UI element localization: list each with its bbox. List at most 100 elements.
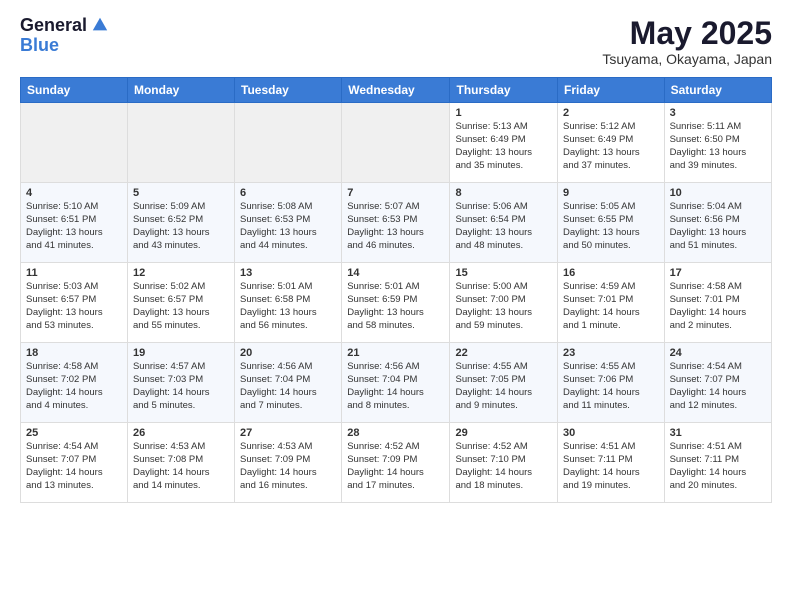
title-block: May 2025 Tsuyama, Okayama, Japan (602, 16, 772, 67)
day-info: Sunrise: 5:12 AMSunset: 6:49 PMDaylight:… (563, 121, 659, 172)
calendar-cell (235, 103, 342, 183)
logo-blue-text: Blue (20, 36, 109, 56)
day-header-sunday: Sunday (21, 78, 128, 103)
day-info: Sunrise: 4:52 AMSunset: 7:10 PMDaylight:… (455, 441, 552, 492)
calendar-cell: 4Sunrise: 5:10 AMSunset: 6:51 PMDaylight… (21, 183, 128, 263)
day-header-saturday: Saturday (664, 78, 771, 103)
logo-icon (91, 16, 109, 34)
day-number: 20 (240, 347, 336, 359)
day-number: 5 (133, 187, 229, 199)
day-number: 22 (455, 347, 552, 359)
calendar-cell: 5Sunrise: 5:09 AMSunset: 6:52 PMDaylight… (127, 183, 234, 263)
day-number: 18 (26, 347, 122, 359)
day-number: 15 (455, 267, 552, 279)
day-number: 13 (240, 267, 336, 279)
calendar-cell: 29 Sunrise: 4:52 AMSunset: 7:10 PMDayligh… (450, 423, 558, 503)
day-number: 28 (347, 427, 444, 439)
month-year: May 2025 (602, 16, 772, 51)
day-number: 24 (670, 347, 766, 359)
calendar-cell: 30 Sunrise: 4:51 AMSunset: 7:11 PMDayligh… (558, 423, 665, 503)
day-number: 27 (240, 427, 336, 439)
day-info: Sunrise: 4:58 AMSunset: 7:02 PMDaylight:… (26, 361, 122, 412)
day-number: 9 (563, 187, 659, 199)
day-info: Sunrise: 4:54 AMSunset: 7:07 PMDaylight:… (26, 441, 122, 492)
day-number: 23 (563, 347, 659, 359)
day-number: 19 (133, 347, 229, 359)
day-info: Sunrise: 5:13 AMSunset: 6:49 PMDaylight:… (455, 121, 552, 172)
day-number: 29 (455, 427, 552, 439)
logo-general-text: General (20, 16, 87, 36)
calendar-cell: 23Sunrise: 4:55 AMSunset: 7:06 PMDayligh… (558, 343, 665, 423)
week-row-5: 25 Sunrise: 4:54 AMSunset: 7:07 PMDayligh… (21, 423, 772, 503)
week-row-2: 4Sunrise: 5:10 AMSunset: 6:51 PMDaylight… (21, 183, 772, 263)
day-number: 25 (26, 427, 122, 439)
day-info: Sunrise: 5:01 AMSunset: 6:58 PMDaylight:… (240, 281, 336, 332)
day-info: Sunrise: 5:10 AMSunset: 6:51 PMDaylight:… (26, 201, 122, 252)
calendar-header: SundayMondayTuesdayWednesdayThursdayFrid… (21, 78, 772, 103)
calendar-cell: 3 Sunrise: 5:11 AMSunset: 6:50 PMDaylight… (664, 103, 771, 183)
day-info: Sunrise: 4:59 AMSunset: 7:01 PMDaylight:… (563, 281, 659, 332)
day-info: Sunrise: 5:03 AMSunset: 6:57 PMDaylight:… (26, 281, 122, 332)
calendar-cell: 21 Sunrise: 4:56 AMSunset: 7:04 PMDayligh… (342, 343, 450, 423)
calendar-cell: 24 Sunrise: 4:54 AMSunset: 7:07 PMDayligh… (664, 343, 771, 423)
day-number: 11 (26, 267, 122, 279)
logo: General Blue (20, 16, 109, 56)
header: General Blue May 2025 Tsuyama, Okayama, … (20, 16, 772, 67)
day-number: 21 (347, 347, 444, 359)
day-info: Sunrise: 5:04 AMSunset: 6:56 PMDaylight:… (670, 201, 766, 252)
day-info: Sunrise: 4:51 AMSunset: 7:11 PMDaylight:… (670, 441, 766, 492)
calendar-cell: 19 Sunrise: 4:57 AMSunset: 7:03 PMDayligh… (127, 343, 234, 423)
day-info: Sunrise: 5:06 AMSunset: 6:54 PMDaylight:… (455, 201, 552, 252)
week-row-1: 1 Sunrise: 5:13 AMSunset: 6:49 PMDaylight… (21, 103, 772, 183)
day-number: 26 (133, 427, 229, 439)
day-info: Sunrise: 4:58 AMSunset: 7:01 PMDaylight:… (670, 281, 766, 332)
day-info: Sunrise: 5:07 AMSunset: 6:53 PMDaylight:… (347, 201, 444, 252)
day-info: Sunrise: 4:56 AMSunset: 7:04 PMDaylight:… (347, 361, 444, 412)
calendar-table: SundayMondayTuesdayWednesdayThursdayFrid… (20, 77, 772, 503)
day-number: 10 (670, 187, 766, 199)
day-number: 7 (347, 187, 444, 199)
calendar-cell: 26 Sunrise: 4:53 AMSunset: 7:08 PMDayligh… (127, 423, 234, 503)
calendar-cell: 17 Sunrise: 4:58 AMSunset: 7:01 PMDayligh… (664, 263, 771, 343)
day-number: 3 (670, 107, 766, 119)
calendar-cell: 14 Sunrise: 5:01 AMSunset: 6:59 PMDayligh… (342, 263, 450, 343)
day-info: Sunrise: 4:54 AMSunset: 7:07 PMDaylight:… (670, 361, 766, 412)
calendar-cell: 20 Sunrise: 4:56 AMSunset: 7:04 PMDayligh… (235, 343, 342, 423)
day-number: 8 (455, 187, 552, 199)
day-number: 1 (455, 107, 552, 119)
day-info: Sunrise: 4:53 AMSunset: 7:08 PMDaylight:… (133, 441, 229, 492)
day-info: Sunrise: 4:56 AMSunset: 7:04 PMDaylight:… (240, 361, 336, 412)
day-number: 2 (563, 107, 659, 119)
location: Tsuyama, Okayama, Japan (602, 51, 772, 67)
calendar-cell: 2 Sunrise: 5:12 AMSunset: 6:49 PMDaylight… (558, 103, 665, 183)
day-header-thursday: Thursday (450, 78, 558, 103)
day-info: Sunrise: 4:57 AMSunset: 7:03 PMDaylight:… (133, 361, 229, 412)
day-number: 6 (240, 187, 336, 199)
calendar-cell: 8 Sunrise: 5:06 AMSunset: 6:54 PMDaylight… (450, 183, 558, 263)
day-number: 17 (670, 267, 766, 279)
calendar-body: 1 Sunrise: 5:13 AMSunset: 6:49 PMDaylight… (21, 103, 772, 503)
calendar-cell: 15 Sunrise: 5:00 AMSunset: 7:00 PMDayligh… (450, 263, 558, 343)
page-container: General Blue May 2025 Tsuyama, Okayama, … (0, 0, 792, 523)
day-number: 31 (670, 427, 766, 439)
day-info: Sunrise: 5:01 AMSunset: 6:59 PMDaylight:… (347, 281, 444, 332)
day-info: Sunrise: 4:51 AMSunset: 7:11 PMDaylight:… (563, 441, 659, 492)
day-number: 30 (563, 427, 659, 439)
day-info: Sunrise: 5:02 AMSunset: 6:57 PMDaylight:… (133, 281, 229, 332)
calendar-cell: 16 Sunrise: 4:59 AMSunset: 7:01 PMDayligh… (558, 263, 665, 343)
day-header-tuesday: Tuesday (235, 78, 342, 103)
calendar-cell: 6Sunrise: 5:08 AMSunset: 6:53 PMDaylight… (235, 183, 342, 263)
calendar-cell (21, 103, 128, 183)
day-number: 14 (347, 267, 444, 279)
week-row-3: 11 Sunrise: 5:03 AMSunset: 6:57 PMDayligh… (21, 263, 772, 343)
day-info: Sunrise: 4:52 AMSunset: 7:09 PMDaylight:… (347, 441, 444, 492)
day-header-monday: Monday (127, 78, 234, 103)
day-info: Sunrise: 5:00 AMSunset: 7:00 PMDaylight:… (455, 281, 552, 332)
day-info: Sunrise: 5:11 AMSunset: 6:50 PMDaylight:… (670, 121, 766, 172)
calendar-cell: 25 Sunrise: 4:54 AMSunset: 7:07 PMDayligh… (21, 423, 128, 503)
calendar-cell: 27Sunrise: 4:53 AMSunset: 7:09 PMDayligh… (235, 423, 342, 503)
day-info: Sunrise: 5:05 AMSunset: 6:55 PMDaylight:… (563, 201, 659, 252)
calendar-cell: 13 Sunrise: 5:01 AMSunset: 6:58 PMDayligh… (235, 263, 342, 343)
day-number: 16 (563, 267, 659, 279)
day-info: Sunrise: 4:55 AMSunset: 7:05 PMDaylight:… (455, 361, 552, 412)
